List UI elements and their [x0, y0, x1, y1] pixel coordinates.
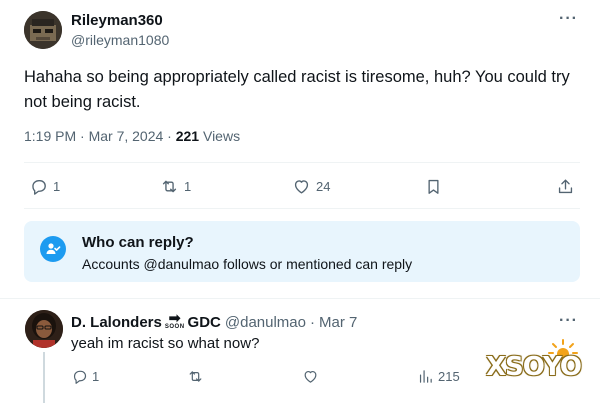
reply-header: D. Lalonders ➡ SOON GDC @danulmao · Mar …: [71, 310, 357, 331]
reply-reply-count: 1: [92, 369, 100, 384]
soon-label: SOON: [164, 324, 185, 330]
reply-date[interactable]: Mar 7: [319, 314, 357, 331]
reply-author-name[interactable]: D. Lalonders: [71, 314, 162, 331]
share-icon: [558, 178, 573, 193]
heart-icon: [304, 370, 317, 383]
tweet-text: Hahaha so being appropriately called rac…: [24, 68, 570, 111]
who-can-reply-title: Who can reply?: [82, 234, 194, 251]
reply-like-button[interactable]: [302, 368, 319, 385]
watermark-logo: XSOYO: [486, 338, 590, 394]
views-icon: [419, 370, 432, 383]
arrow-icon: ➡: [168, 310, 181, 327]
divider: [24, 208, 580, 209]
watermark-text: XSOYO: [486, 352, 582, 382]
like-button[interactable]: 24: [292, 176, 330, 196]
reply-icon: [73, 370, 87, 384]
soon-badge: ➡ SOON: [164, 310, 185, 331]
reply-count: 1: [53, 178, 61, 194]
separator-dot: ·: [309, 313, 315, 331]
main-tweet: Rileyman360 @rileyman1080 ··· Hahaha so …: [0, 0, 600, 300]
user-check-icon: [40, 236, 66, 262]
reply-reply-button[interactable]: 1: [71, 368, 99, 385]
author-name[interactable]: Rileyman360: [71, 12, 163, 29]
who-can-reply-subtitle: Accounts @danulmao follows or mentioned …: [82, 256, 413, 272]
views-count: 221: [175, 128, 200, 144]
share-button[interactable]: [556, 176, 575, 196]
more-icon[interactable]: ···: [559, 10, 578, 28]
thread-line: [43, 352, 45, 403]
more-icon[interactable]: ···: [559, 312, 578, 330]
reply-author-handle[interactable]: @danulmao: [225, 314, 306, 331]
reply-retweet-button[interactable]: [187, 368, 204, 385]
reply-text: yeah im racist so what now?: [71, 335, 260, 352]
reply-views-button[interactable]: 215: [417, 368, 460, 385]
like-count: 24: [316, 178, 331, 194]
section-divider: [0, 298, 600, 299]
bookmark-icon: [428, 179, 439, 194]
reply-button[interactable]: 1: [29, 176, 60, 196]
divider: [24, 162, 580, 163]
retweet-button[interactable]: 1: [160, 176, 191, 196]
bookmark-button[interactable]: [424, 176, 443, 196]
avatar[interactable]: [24, 11, 62, 49]
reply-views-count: 215: [438, 369, 460, 384]
retweet-icon: [189, 371, 202, 382]
views-label: Views: [199, 128, 241, 144]
retweet-count: 1: [184, 178, 192, 194]
heart-icon: [294, 179, 309, 194]
reply-avatar[interactable]: [25, 310, 63, 348]
retweet-icon: [162, 180, 177, 192]
reply-author-suffix[interactable]: GDC: [188, 314, 221, 331]
reply-icon: [32, 179, 46, 195]
tweet-timestamp[interactable]: 1:19 PM · Mar 7, 2024 ·: [24, 128, 176, 144]
tweet-meta: 1:19 PM · Mar 7, 2024 · 221 Views: [24, 128, 240, 144]
who-can-reply-box: Who can reply? Accounts @danulmao follow…: [24, 221, 580, 282]
author-handle[interactable]: @rileyman1080: [71, 32, 169, 48]
